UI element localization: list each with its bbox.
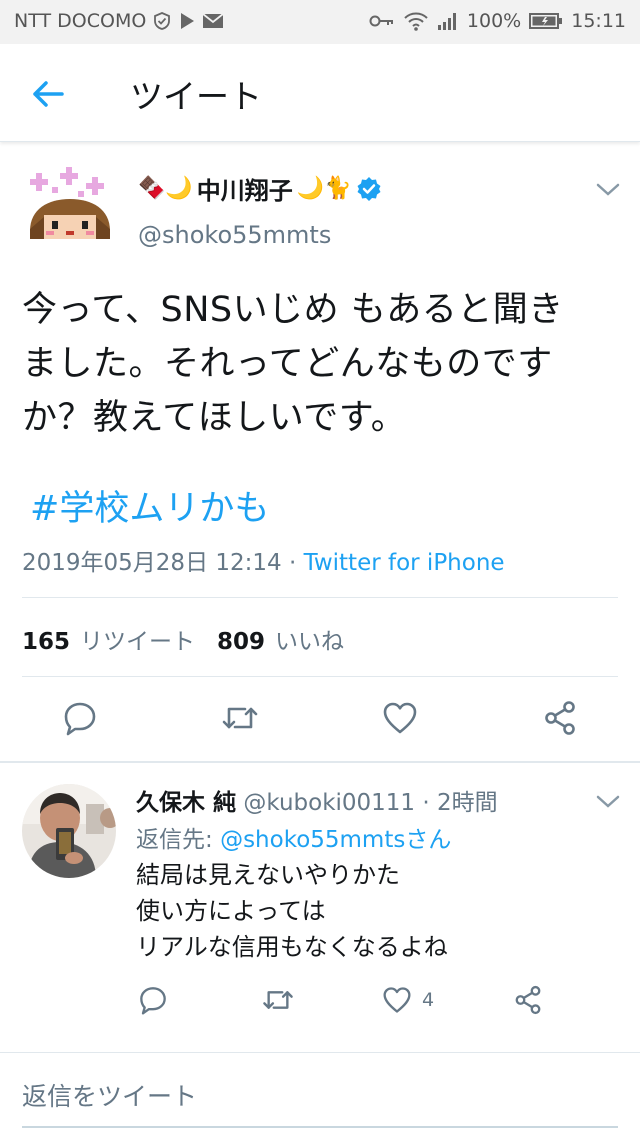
verified-badge-icon <box>357 176 381 201</box>
reply-like-button[interactable]: 4 <box>382 978 462 1022</box>
mail-icon <box>202 12 224 30</box>
share-icon <box>545 701 575 735</box>
chevron-down-icon <box>596 183 620 196</box>
chevron-down-icon <box>596 795 620 808</box>
tweet-source-link[interactable]: Twitter for iPhone <box>304 550 505 576</box>
reply-menu-caret[interactable] <box>594 792 622 812</box>
carrier-label: NTT DOCOMO <box>14 10 147 32</box>
hashtag-link[interactable]: #学校ムリかも <box>30 480 269 531</box>
reply-author-avatar[interactable] <box>22 784 116 878</box>
retweet-icon <box>263 991 293 1009</box>
battery-percent: 100% <box>466 10 522 32</box>
reply-action-bar: 4 <box>0 978 640 1022</box>
reply-icon <box>140 987 166 1015</box>
reply-to-label: 返信先: <box>136 827 221 853</box>
reply-header: 久保木 純 @kuboki00111 · 2時間 <box>136 783 498 817</box>
back-button[interactable] <box>28 74 68 114</box>
name-emoji-prefix: 🍫🌙 <box>138 176 193 201</box>
reply-button[interactable] <box>58 696 102 740</box>
tweet-action-bar <box>0 696 640 746</box>
section-divider <box>0 761 640 763</box>
share-icon <box>515 985 541 1015</box>
back-arrow-icon <box>33 81 64 107</box>
divider <box>0 1052 640 1053</box>
reply-icon <box>64 702 96 736</box>
reply-text: 結局は見えないやりかた 使い方によっては リアルな信用もなくなるよね <box>136 861 448 961</box>
play-store-icon <box>178 11 196 31</box>
like-button[interactable] <box>378 696 422 740</box>
divider <box>22 597 618 598</box>
retweet-icon <box>222 707 258 729</box>
share-button[interactable] <box>538 696 582 740</box>
reply-reply-button[interactable] <box>131 978 175 1022</box>
reply-retweet-button[interactable] <box>256 978 300 1022</box>
reply-compose-input[interactable]: 返信をツイート <box>22 1077 197 1113</box>
retweet-label[interactable]: リツイート <box>80 622 195 656</box>
tweet-text: 今って、SNSいじめ もあると聞き ました。それってどんなものです か？教えてほ… <box>22 290 564 438</box>
tweet-menu-caret[interactable] <box>594 180 622 200</box>
author-display-name: 中川翔子 <box>196 177 293 205</box>
name-emoji-suffix: 🌙🐈 <box>296 176 352 201</box>
like-label[interactable]: いいね <box>275 622 344 656</box>
clock: 15:11 <box>571 10 626 32</box>
app-header: ツイート <box>0 44 640 142</box>
reply-like-count: 4 <box>422 989 435 1011</box>
retweet-button[interactable] <box>218 696 262 740</box>
reply-to-line: 返信先: @shoko55mmtsさん <box>136 820 451 854</box>
heart-icon <box>383 987 411 1013</box>
retweet-count[interactable]: 165 <box>22 629 70 655</box>
author-handle[interactable]: @shoko55mmts <box>138 221 331 249</box>
compose-underline <box>22 1126 618 1128</box>
reply-share-button[interactable] <box>506 978 550 1022</box>
tweet-timestamp: 2019年05月28日 12:14 · <box>22 550 304 576</box>
signal-icon <box>437 12 459 30</box>
heart-icon <box>383 702 417 734</box>
reply-to-mention[interactable]: @shoko55mmtsさん <box>220 827 451 853</box>
author-name-row[interactable]: 🍫🌙 中川翔子 🌙🐈 <box>138 171 382 206</box>
shield-icon <box>152 11 172 31</box>
key-icon <box>369 13 395 29</box>
reply-time: · 2時間 <box>415 790 498 816</box>
wifi-icon <box>403 10 429 32</box>
divider <box>22 676 618 677</box>
like-count[interactable]: 809 <box>217 629 265 655</box>
status-bar: NTT DOCOMO 100% 15:11 <box>0 0 640 44</box>
tweet-meta: 2019年05月28日 12:14 · Twitter for iPhone <box>22 543 505 577</box>
reply-author-name[interactable]: 久保木 純 <box>136 790 236 816</box>
battery-icon <box>529 12 563 30</box>
tweet-stats: 165 リツイート 809 いいね <box>22 622 344 656</box>
reply-author-handle[interactable]: @kuboki00111 <box>243 790 415 816</box>
author-avatar[interactable] <box>22 165 118 261</box>
page-title: ツイート <box>130 77 262 116</box>
